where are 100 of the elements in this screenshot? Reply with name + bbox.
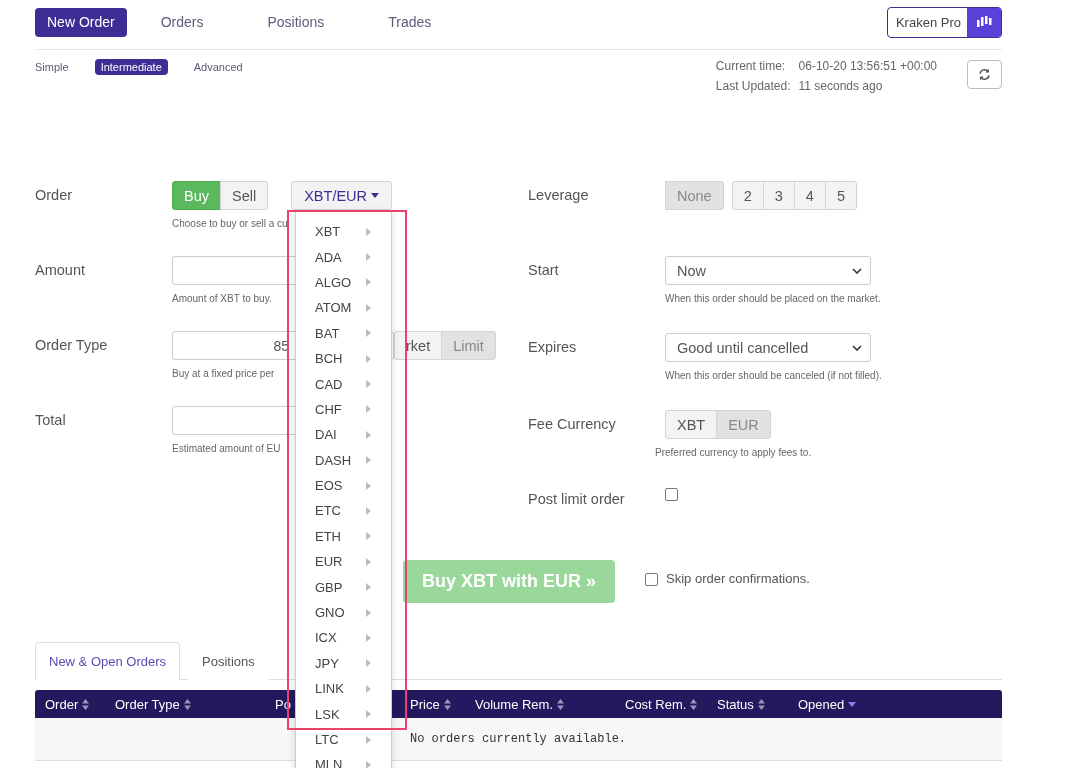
menu-item[interactable]: EUR: [296, 549, 391, 575]
field-label: Start: [528, 261, 560, 280]
submenu-arrow-icon: [366, 481, 371, 490]
menu-item[interactable]: CHF: [296, 396, 391, 423]
column-header[interactable]: Price: [410, 696, 440, 712]
menu-item[interactable]: LTC: [296, 726, 391, 753]
sort-icon[interactable]: [757, 698, 765, 710]
toggle-button[interactable]: 2: [731, 181, 764, 210]
menu-item[interactable]: ETC: [296, 498, 391, 524]
toggle-button[interactable]: 4: [793, 181, 826, 210]
column-header[interactable]: Opened: [798, 696, 845, 712]
toggle-button[interactable]: XBT: [665, 410, 718, 439]
column-header[interactable]: Status: [717, 696, 754, 712]
refresh-icon: [978, 68, 991, 81]
nav-tab[interactable]: Trades: [376, 8, 444, 37]
menu-item[interactable]: ICX: [296, 625, 391, 651]
field-label: Fee Currency: [528, 415, 617, 434]
menu-item[interactable]: JPY: [296, 650, 391, 677]
status-label: Last Updated:: [715, 79, 791, 93]
toggle-button[interactable]: 3: [762, 181, 795, 210]
field-hint: When this order should be canceled (if not filled).: [665, 370, 882, 381]
sort-desc-icon[interactable]: [848, 701, 857, 707]
submenu-arrow-icon: [366, 303, 371, 312]
submenu-arrow-icon: [366, 354, 371, 363]
submenu-arrow-icon: [366, 557, 371, 566]
menu-item[interactable]: DASH: [296, 447, 391, 473]
menu-item[interactable]: ETH: [296, 523, 391, 550]
submenu-arrow-icon: [366, 633, 371, 642]
submenu-arrow-icon: [366, 532, 371, 541]
sort-icon[interactable]: [82, 698, 90, 710]
menu-item[interactable]: ADA: [296, 244, 391, 270]
submenu-arrow-icon: [366, 583, 371, 592]
checkbox-label: Skip order confirmations.: [666, 571, 810, 586]
select-field[interactable]: Now: [665, 256, 871, 285]
column-header[interactable]: Cost Rem.: [625, 696, 687, 712]
menu-item[interactable]: XBT: [296, 219, 391, 245]
submenu-arrow-icon: [366, 253, 371, 262]
checkbox[interactable]: [665, 488, 678, 501]
submenu-arrow-icon: [366, 329, 371, 338]
menu-item[interactable]: ALGO: [296, 269, 391, 296]
sort-icon[interactable]: [183, 698, 191, 710]
menu-item[interactable]: LINK: [296, 676, 391, 702]
submenu-arrow-icon: [366, 278, 371, 287]
field-label: Post limit order: [528, 490, 626, 509]
submenu-arrow-icon: [366, 760, 371, 768]
column-header[interactable]: Volume Rem.: [475, 696, 554, 712]
submenu-arrow-icon: [366, 710, 371, 719]
select-field[interactable]: Good until cancelled: [665, 333, 871, 362]
field-label: Total: [35, 411, 67, 430]
status-value: 11 seconds ago: [798, 79, 884, 93]
submenu-arrow-icon: [366, 227, 371, 236]
field-hint: Estimated amount of EU: [172, 443, 281, 454]
chevron-down-icon: [852, 267, 862, 274]
sort-icon[interactable]: [690, 698, 698, 710]
field-hint: Amount of XBT to buy.: [172, 293, 272, 304]
pair-dropdown[interactable]: XBT/EUR: [291, 181, 393, 210]
column-header[interactable]: Order Type: [115, 696, 180, 712]
pro-button[interactable]: Kraken Pro: [886, 7, 1002, 38]
column-header[interactable]: Order: [45, 696, 79, 712]
checkbox[interactable]: [645, 573, 658, 586]
menu-item[interactable]: DAI: [296, 422, 391, 448]
candlestick-icon: [967, 8, 1001, 37]
mode-tab[interactable]: Simple: [35, 59, 75, 75]
submenu-arrow-icon: [366, 380, 371, 389]
submenu-arrow-icon: [366, 735, 371, 744]
sort-icon[interactable]: [443, 698, 451, 710]
refresh-button[interactable]: [967, 60, 1002, 89]
toggle-button[interactable]: 5: [824, 181, 857, 210]
menu-item[interactable]: GNO: [296, 599, 391, 626]
menu-item[interactable]: CAD: [296, 371, 391, 397]
nav-tab[interactable]: Positions: [255, 8, 337, 37]
menu-item[interactable]: EOS: [296, 472, 391, 499]
field-label: Order: [35, 186, 74, 205]
status-value: 06-10-20 13:56:51 +00:00: [798, 59, 937, 73]
nav-tab[interactable]: Orders: [148, 8, 216, 37]
menu-item[interactable]: GBP: [296, 574, 391, 600]
field-label: Leverage: [528, 186, 590, 205]
chevron-down-icon: [852, 344, 862, 351]
menu-item[interactable]: ATOM: [296, 295, 391, 321]
toggle-button[interactable]: rket: [394, 331, 443, 360]
field-label: Expires: [528, 338, 578, 357]
field-hint: Buy at a fixed price per: [172, 368, 275, 379]
field-label: Order Type: [35, 336, 109, 355]
field-label: Amount: [35, 261, 86, 280]
sort-icon[interactable]: [557, 698, 565, 710]
submenu-arrow-icon: [366, 608, 371, 617]
menu-item[interactable]: LSK: [296, 701, 391, 727]
submenu-arrow-icon: [366, 684, 371, 693]
toggle-button[interactable]: Sell: [220, 181, 269, 210]
submenu-arrow-icon: [366, 430, 371, 439]
mode-tab[interactable]: Intermediate: [94, 59, 168, 75]
status-label: Current time:: [715, 59, 787, 73]
field-hint: When this order should be placed on the market.: [665, 293, 881, 304]
submenu-arrow-icon: [366, 507, 371, 515]
table-tab[interactable]: New & Open Orders: [35, 642, 181, 680]
submenu-arrow-icon: [366, 456, 371, 465]
nav-tab[interactable]: New Order: [35, 8, 127, 37]
empty-message: No orders currently available.: [410, 732, 627, 746]
mode-tab[interactable]: Advanced: [187, 59, 249, 75]
field-hint: Choose to buy or sell a cu: [172, 218, 288, 229]
